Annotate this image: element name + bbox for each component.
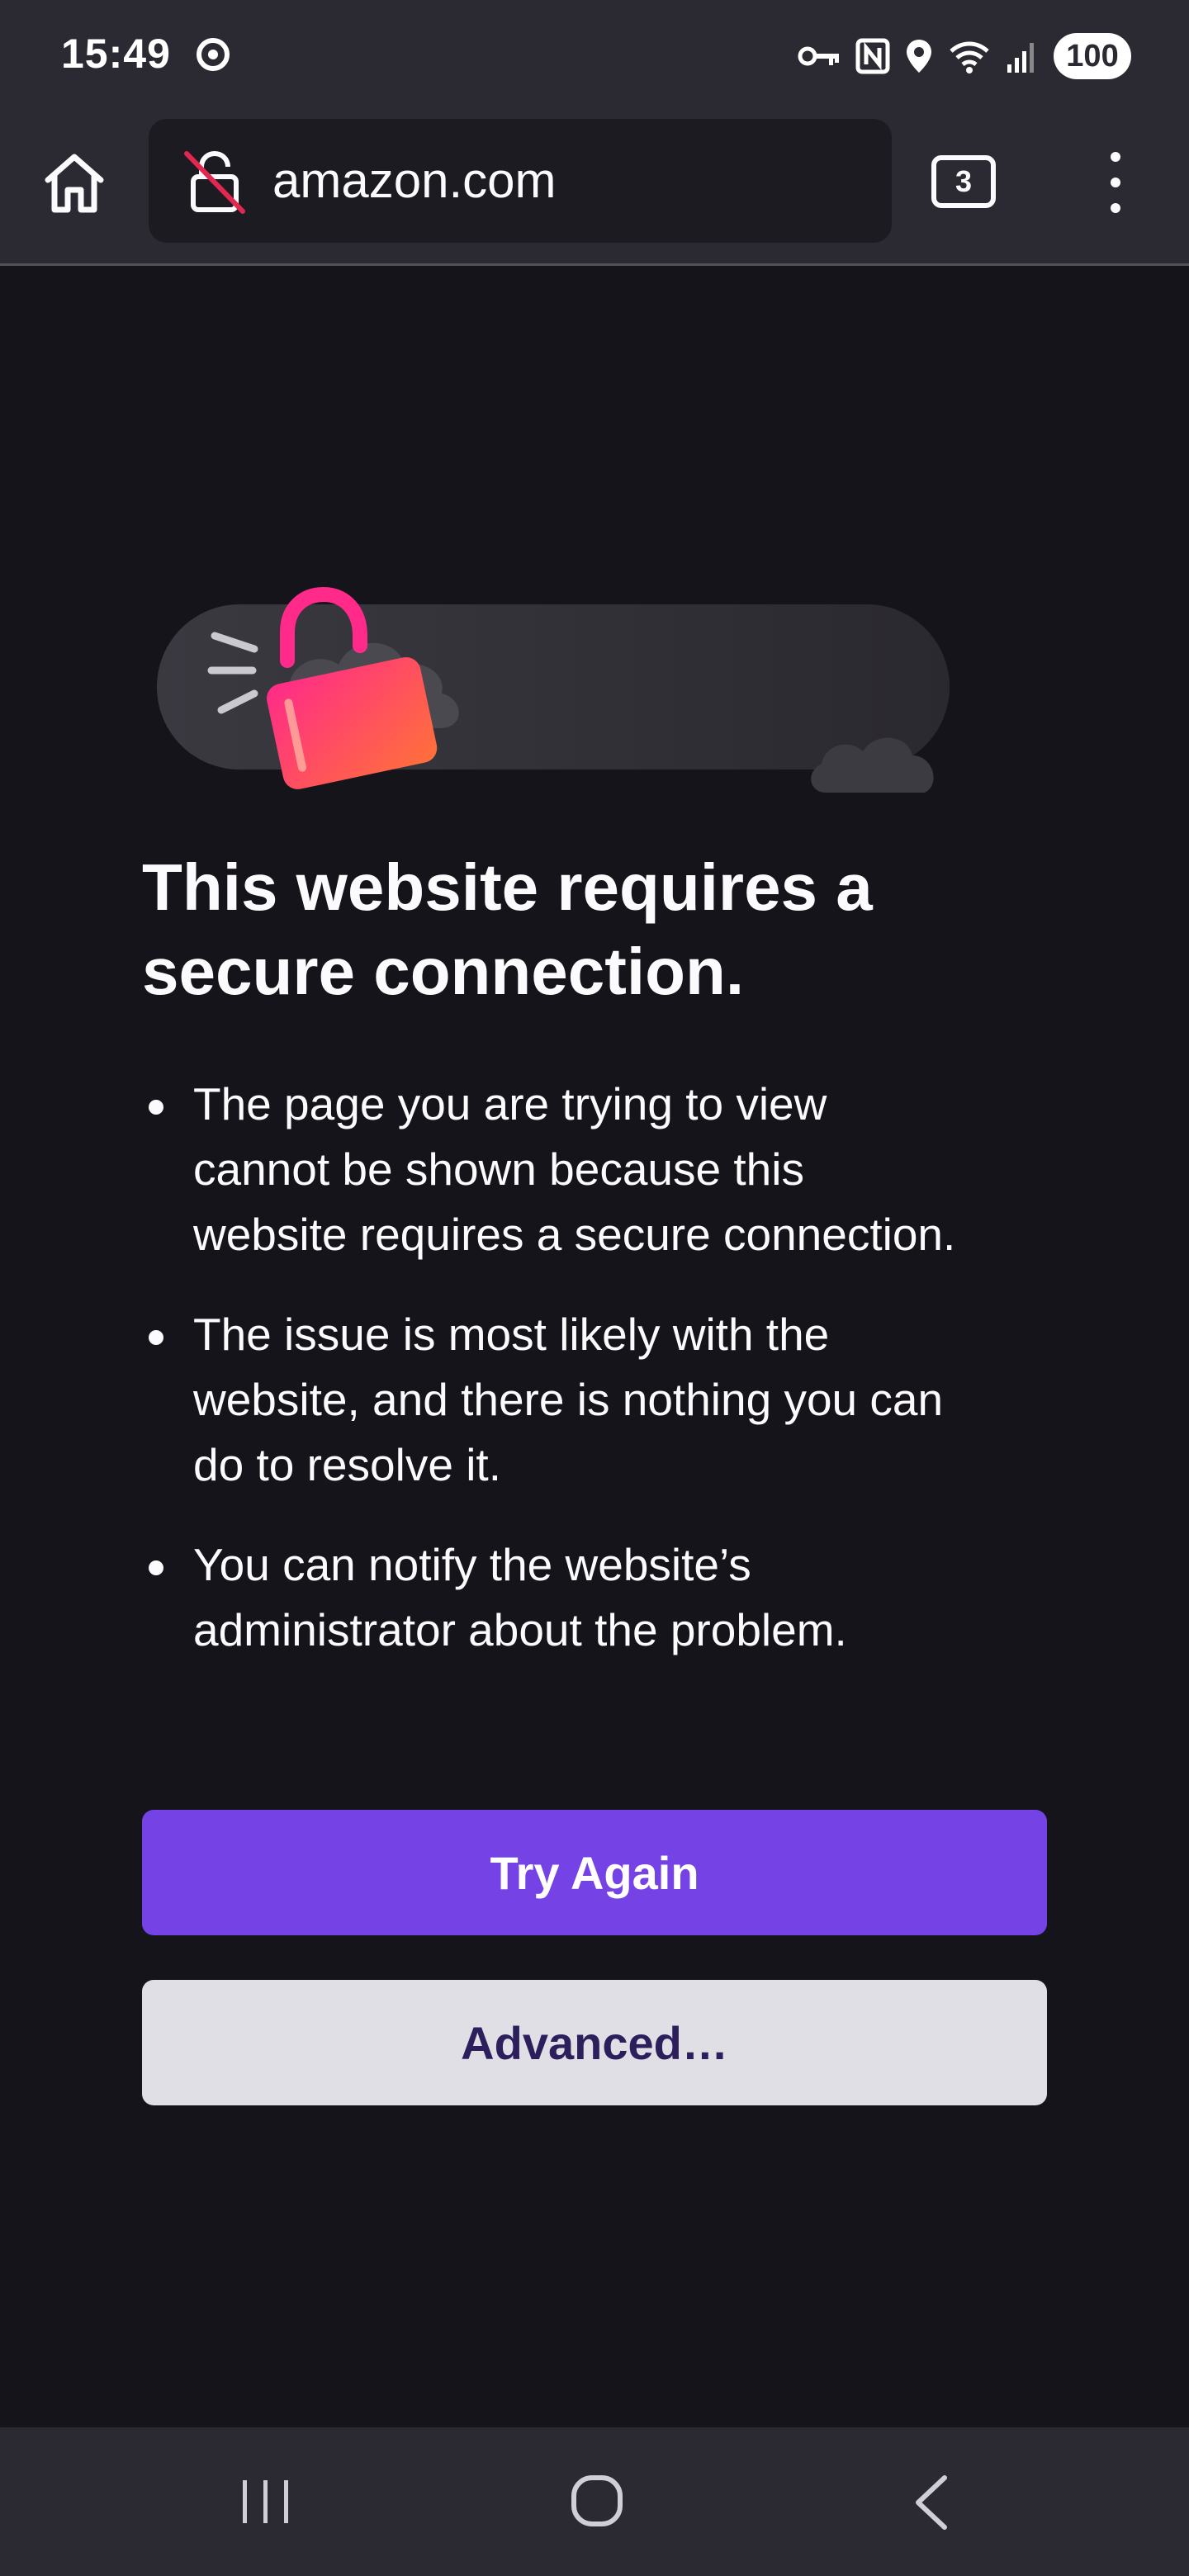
insecure-lock-icon	[184, 150, 245, 214]
wifi-icon	[950, 41, 989, 73]
signal-icon	[1007, 43, 1034, 73]
status-icons: 100	[798, 31, 1131, 81]
system-nav-bar	[0, 2427, 1189, 2576]
battery-icon: 100	[1054, 33, 1131, 79]
list-item: You can notify the website’s administrat…	[142, 1532, 968, 1663]
more-menu-button[interactable]	[1087, 145, 1144, 220]
page-title: This website requires a secure connectio…	[142, 850, 873, 1008]
back-icon[interactable]	[910, 2474, 951, 2531]
home-icon	[45, 154, 104, 213]
url-bar[interactable]: amazon.com	[149, 119, 892, 243]
menu-dot	[1111, 178, 1120, 187]
home-circle-icon[interactable]	[570, 2474, 624, 2528]
location-icon	[907, 40, 931, 73]
menu-dot	[1111, 152, 1120, 162]
advanced-button[interactable]: Advanced…	[142, 1980, 1047, 2105]
list-item: The issue is most likely with the websit…	[142, 1302, 968, 1498]
error-description-list: The page you are trying to view cannot b…	[142, 1072, 968, 1698]
browser-toolbar: amazon.com 3	[0, 112, 1189, 266]
tabs-button[interactable]: 3	[931, 155, 996, 208]
recents-icon[interactable]	[239, 2477, 292, 2526]
status-time: 15:49	[61, 31, 171, 77]
status-bar: 15:49 100	[0, 0, 1189, 112]
menu-dot	[1111, 203, 1120, 213]
list-item: The page you are trying to view cannot b…	[142, 1072, 968, 1267]
broken-lock-illustration	[157, 586, 950, 793]
nfc-icon	[855, 38, 890, 74]
try-again-button[interactable]: Try Again	[142, 1810, 1047, 1935]
vpn-key-icon	[798, 46, 839, 66]
home-button[interactable]	[33, 142, 116, 225]
url-text: amazon.com	[272, 153, 557, 208]
sync-icon	[197, 38, 230, 71]
